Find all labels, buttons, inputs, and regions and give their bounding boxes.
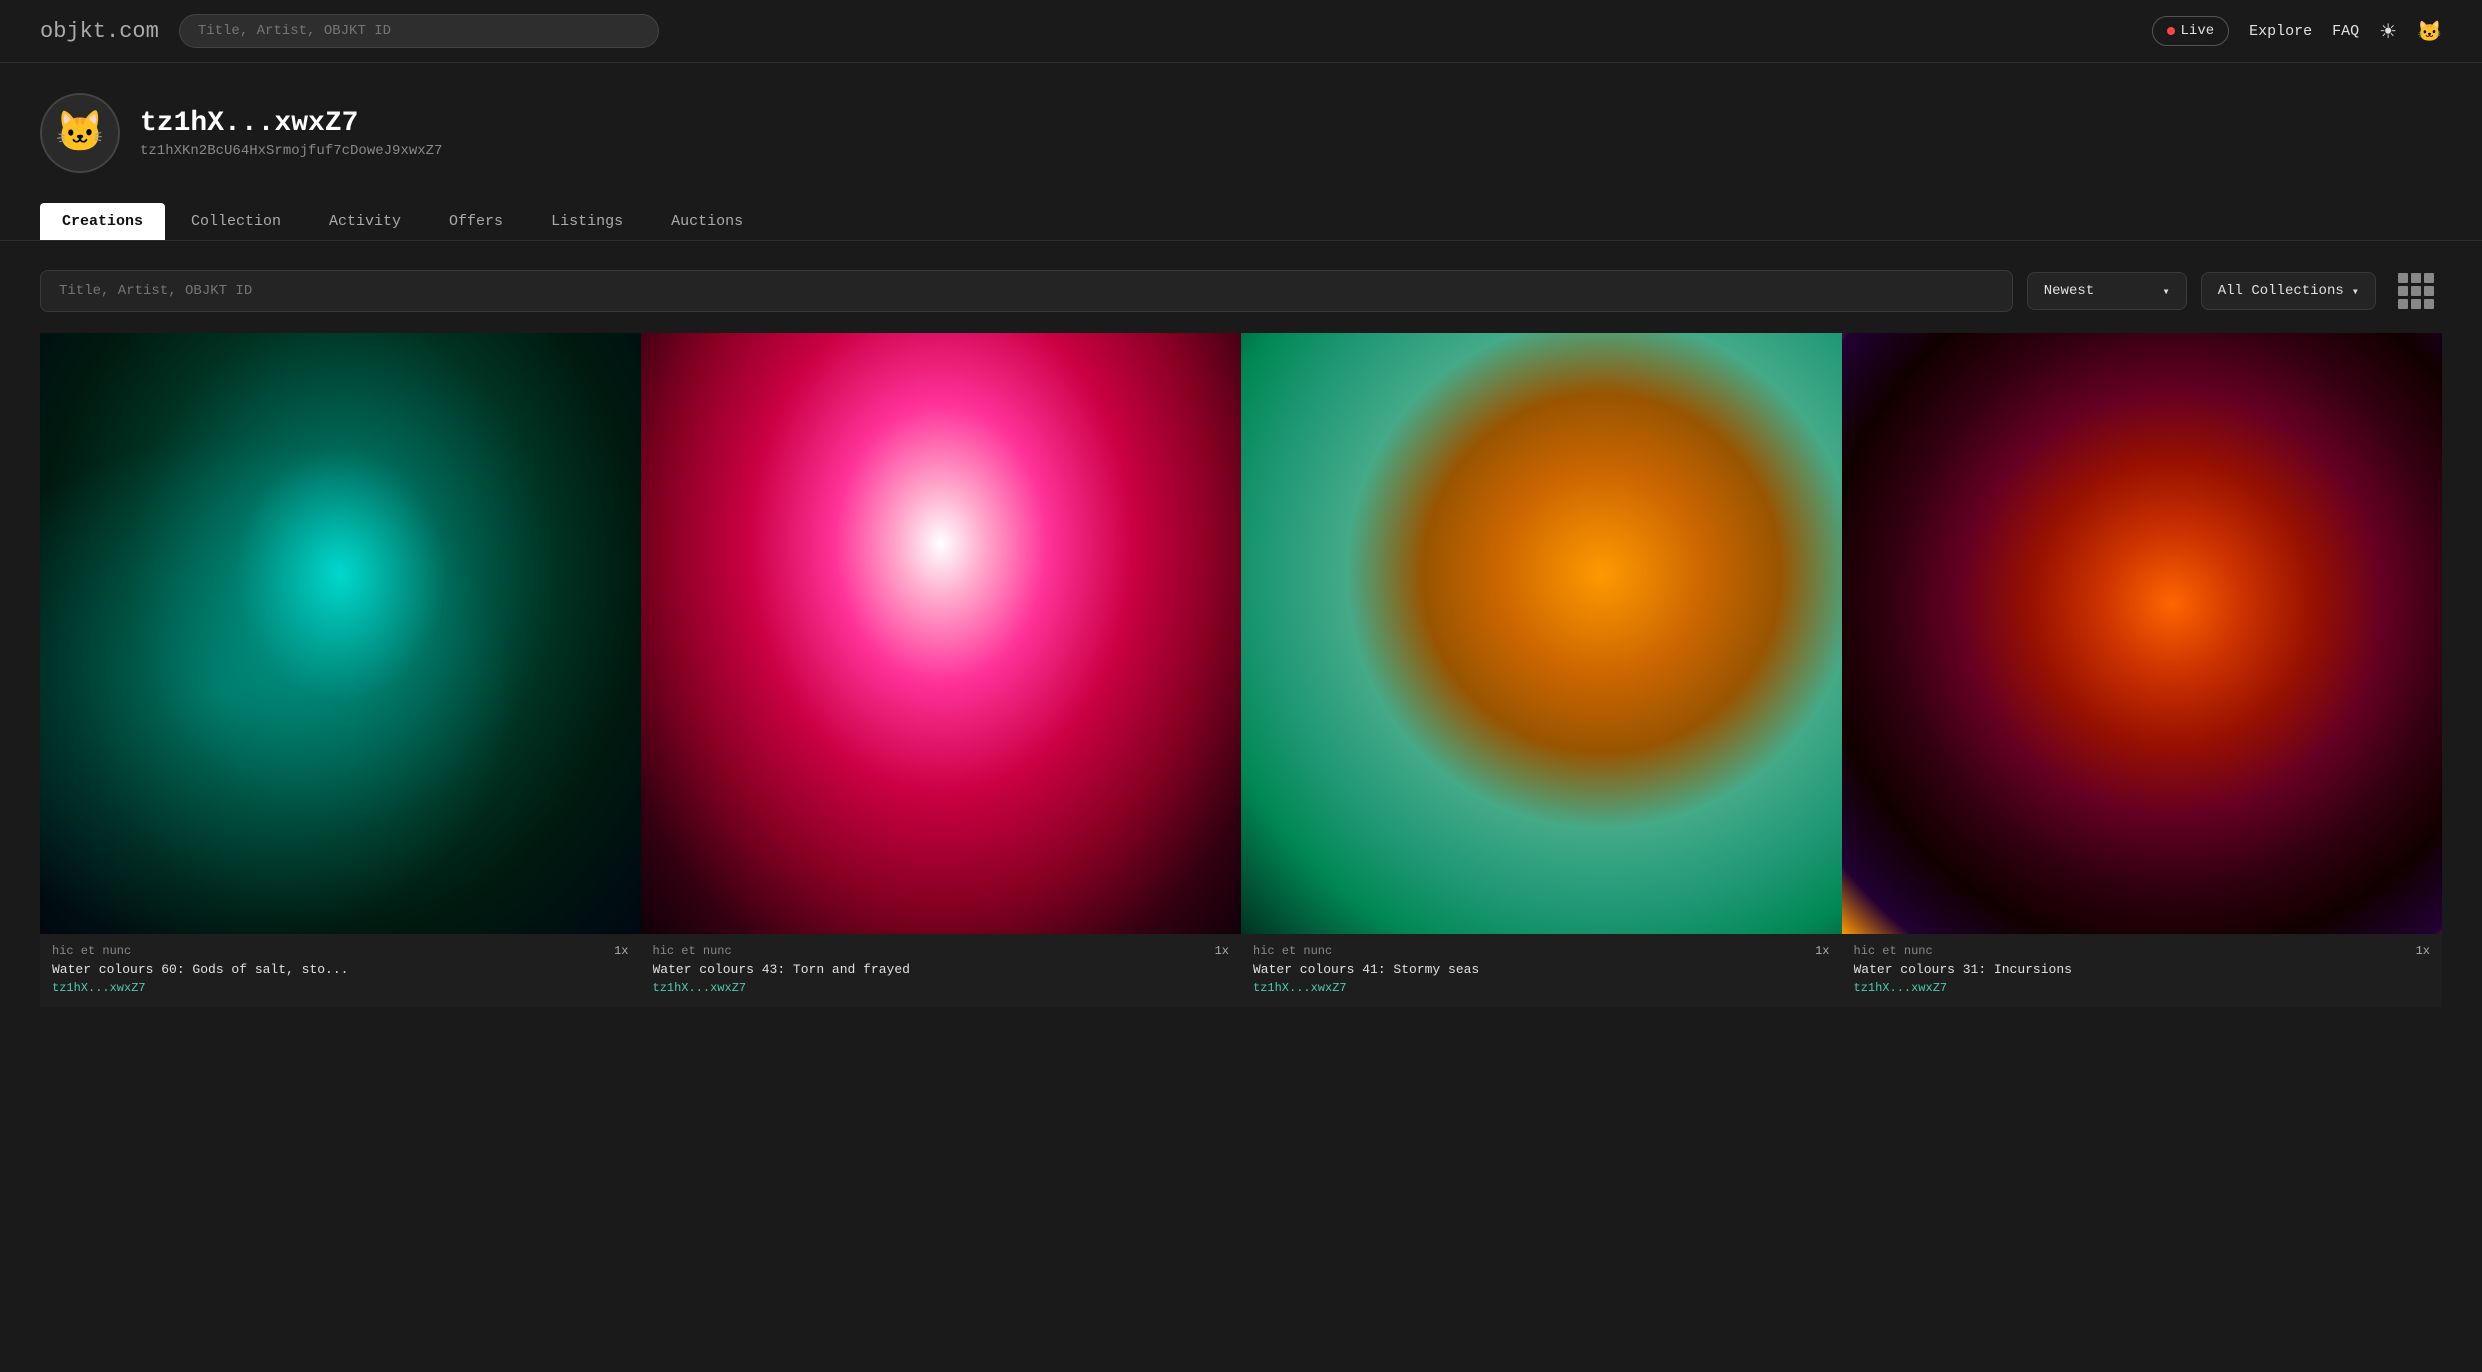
user-avatar-button[interactable]: 🐱 [2417,19,2442,44]
artwork-artist: tz1hX...xwxZ7 [653,981,1230,995]
artwork-info: hic et nunc 1x Water colours 43: Torn an… [641,934,1242,1007]
artwork-artist: tz1hX...xwxZ7 [52,981,629,995]
theme-toggle[interactable]: ☀ [2379,19,2397,44]
grid-dot [2398,273,2408,283]
grid-dot [2411,299,2421,309]
avatar-emoji: 🐱 [55,108,105,158]
artwork-edition: 1x [2416,944,2430,958]
artworks-search-input[interactable] [40,270,2013,312]
artwork-artist: tz1hX...xwxZ7 [1854,981,2431,995]
tab-auctions[interactable]: Auctions [649,203,765,240]
header-search-input[interactable] [179,14,659,48]
profile-display-name: tz1hX...xwxZ7 [140,108,442,139]
artwork-meta: hic et nunc 1x [653,944,1230,958]
artwork-title: Water colours 31: Incursions [1854,962,2431,977]
tab-offers[interactable]: Offers [427,203,525,240]
artwork-card[interactable]: hic et nunc 1x Water colours 43: Torn an… [641,333,1242,1007]
tab-creations[interactable]: Creations [40,203,165,240]
profile-full-address: tz1hXKn2BcU64HxSrmojfuf7cDoweJ9xwxZ7 [140,143,442,159]
artwork-info: hic et nunc 1x Water colours 41: Stormy … [1241,934,1842,1007]
artwork-meta: hic et nunc 1x [52,944,629,958]
chevron-down-icon: ▾ [2163,284,2170,299]
artwork-title: Water colours 41: Stormy seas [1253,962,1830,977]
artwork-thumbnail [40,333,641,934]
artwork-meta: hic et nunc 1x [1253,944,1830,958]
chevron-down-icon: ▾ [2352,284,2359,299]
artwork-title: Water colours 43: Torn and frayed [653,962,1230,977]
site-logo[interactable]: objkt.com [40,19,159,44]
grid-toggle-button[interactable] [2390,265,2442,317]
filters-row: Newest ▾ All Collections ▾ [0,241,2482,333]
artwork-info: hic et nunc 1x Water colours 31: Incursi… [1842,934,2443,1007]
artwork-collection: hic et nunc [52,944,131,958]
profile-info: tz1hX...xwxZ7 tz1hXKn2BcU64HxSrmojfuf7cD… [140,108,442,159]
artwork-edition: 1x [1215,944,1229,958]
artwork-card[interactable]: hic et nunc 1x Water colours 41: Stormy … [1241,333,1842,1007]
logo-main: objkt [40,19,106,44]
grid-dot [2424,273,2434,283]
artwork-thumbnail [1241,333,1842,934]
artwork-info: hic et nunc 1x Water colours 60: Gods of… [40,934,641,1007]
live-label: Live [2181,23,2215,39]
tab-listings[interactable]: Listings [529,203,645,240]
sort-dropdown[interactable]: Newest ▾ [2027,272,2187,310]
artwork-thumbnail [1842,333,2443,934]
artwork-collection: hic et nunc [1253,944,1332,958]
tab-collection[interactable]: Collection [169,203,303,240]
artwork-title: Water colours 60: Gods of salt, sto... [52,962,629,977]
explore-link[interactable]: Explore [2249,23,2312,40]
grid-dot [2398,286,2408,296]
faq-link[interactable]: FAQ [2332,23,2359,40]
artwork-collection: hic et nunc [1854,944,1933,958]
artworks-grid: hic et nunc 1x Water colours 60: Gods of… [0,333,2482,1047]
artwork-card[interactable]: hic et nunc 1x Water colours 31: Incursi… [1842,333,2443,1007]
profile-section: 🐱 tz1hX...xwxZ7 tz1hXKn2BcU64HxSrmojfuf7… [0,63,2482,193]
logo-suffix: .com [106,19,159,44]
live-button[interactable]: Live [2152,16,2230,46]
artwork-meta: hic et nunc 1x [1854,944,2431,958]
artwork-edition: 1x [1815,944,1829,958]
collection-label: All Collections [2218,283,2344,299]
grid-dot [2411,286,2421,296]
collection-dropdown[interactable]: All Collections ▾ [2201,272,2376,310]
header-right: Live Explore FAQ ☀ 🐱 [2152,16,2442,46]
grid-dot [2424,299,2434,309]
live-indicator [2167,27,2175,35]
tab-activity[interactable]: Activity [307,203,423,240]
artwork-edition: 1x [614,944,628,958]
tabs-nav: Creations Collection Activity Offers Lis… [0,193,2482,241]
header: objkt.com Live Explore FAQ ☀ 🐱 [0,0,2482,63]
grid-dot [2411,273,2421,283]
sort-label: Newest [2044,283,2094,299]
artwork-artist: tz1hX...xwxZ7 [1253,981,1830,995]
grid-dot [2424,286,2434,296]
artwork-thumbnail [641,333,1242,934]
avatar: 🐱 [40,93,120,173]
artwork-card[interactable]: hic et nunc 1x Water colours 60: Gods of… [40,333,641,1007]
grid-dot [2398,299,2408,309]
artwork-collection: hic et nunc [653,944,732,958]
